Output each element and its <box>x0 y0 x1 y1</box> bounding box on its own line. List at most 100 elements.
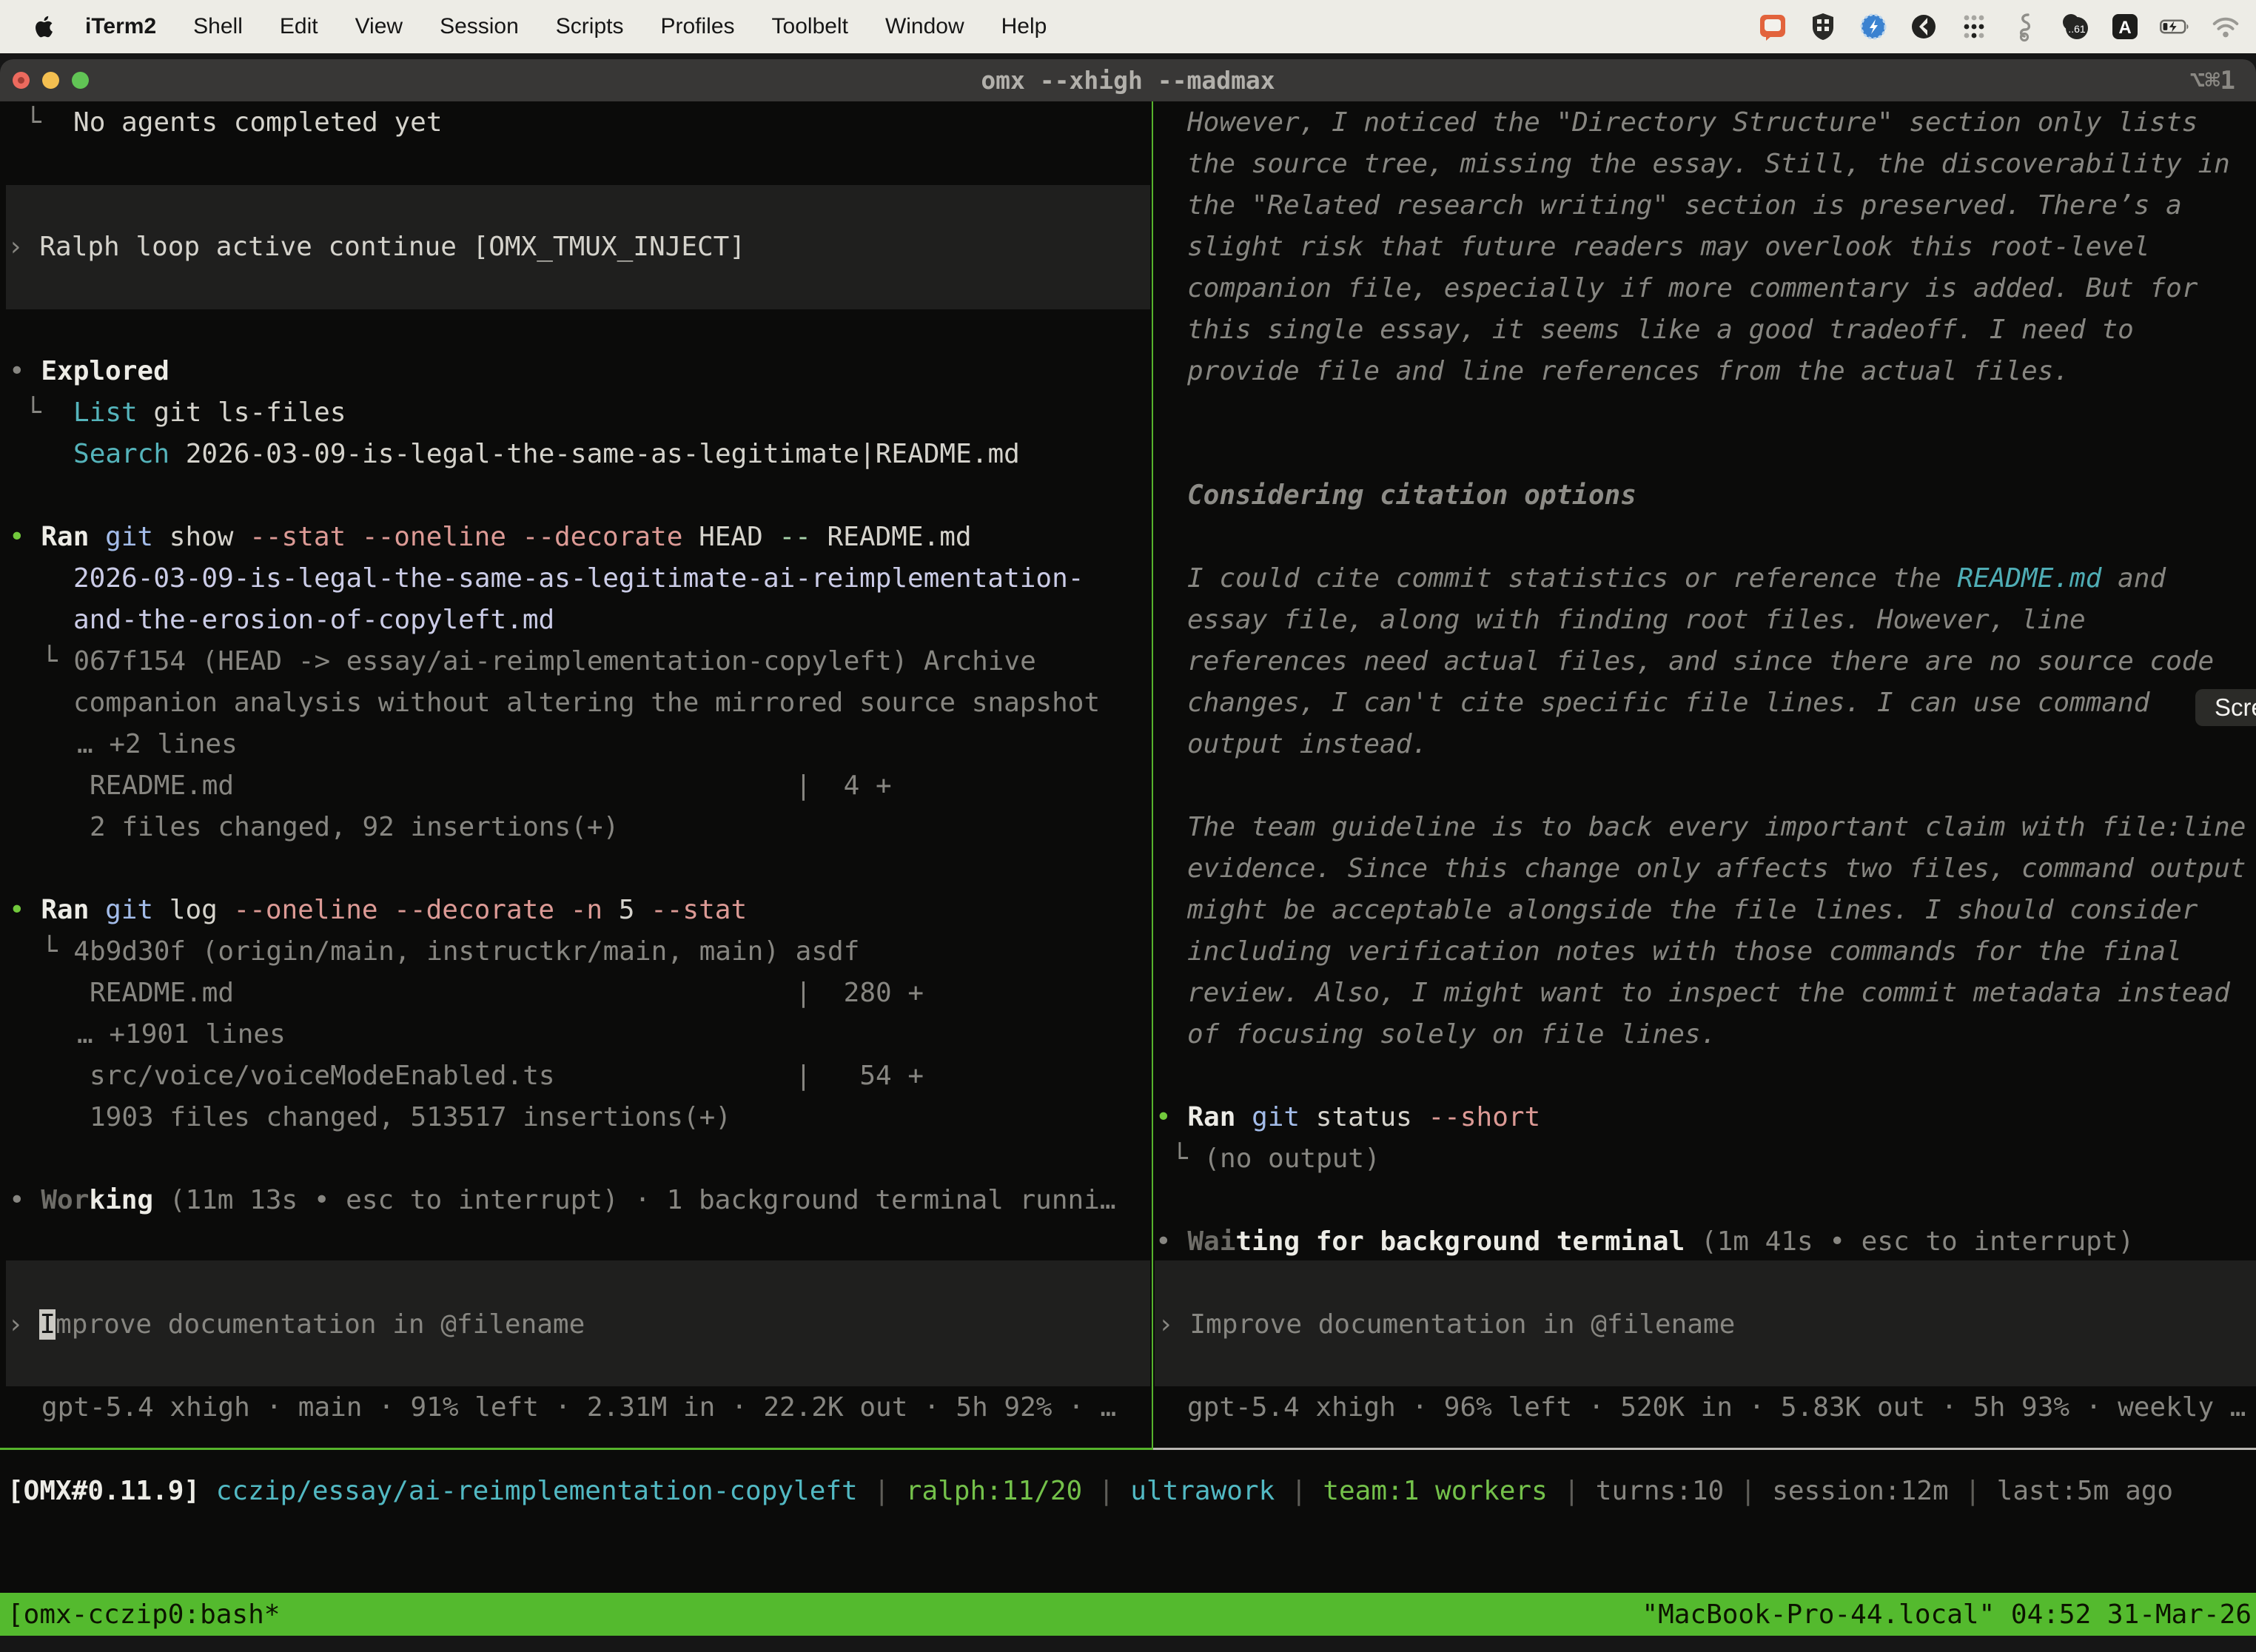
text-segment: └ 067f154 (HEAD -> essay/ai-reimplementa… <box>41 646 1036 676</box>
menu-item-session[interactable]: Session <box>421 14 537 39</box>
text-segment <box>346 522 362 552</box>
text-segment: and-the-erosion-of-copyleft.md <box>73 605 554 635</box>
tmux-host-clock: "MacBook-Pro-44.local" 04:52 31-Mar-26 <box>1642 1599 2256 1630</box>
svg-text:..61: ..61 <box>2068 23 2086 35</box>
text-segment: companion analysis without altering the … <box>73 688 1100 718</box>
text-segment: changes, I can't cite specific file line… <box>1187 688 2149 718</box>
omx-status-segment: | <box>858 1476 906 1506</box>
input-source-icon[interactable]: A <box>2108 10 2142 44</box>
menu-item-scripts[interactable]: Scripts <box>537 14 642 39</box>
terminal-line: including verification notes with those … <box>1153 930 2256 972</box>
terminal-line: • Waiting for background terminal (1m 41… <box>1153 1220 2256 1262</box>
tmux-pane-right[interactable]: However, I noticed the "Directory Struct… <box>1153 101 2256 1491</box>
tmux-pane-left[interactable]: └ No agents completed yet› Ralph loop ac… <box>0 101 1152 1491</box>
text-segment: 2026-03-09-is-legal-the-same-as-legitima… <box>169 439 1020 469</box>
text-segment: status <box>1300 1102 1428 1132</box>
dots-grid-icon[interactable] <box>1957 10 1991 44</box>
wifi-icon[interactable] <box>2209 10 2243 44</box>
menu-item-help[interactable]: Help <box>983 14 1066 39</box>
text-segment: log <box>153 895 233 925</box>
overlay-label: Scre <box>2215 694 2256 722</box>
text-segment: including verification notes with those … <box>1187 936 2182 967</box>
omx-status-segment: | <box>1724 1476 1772 1506</box>
menu-item-view[interactable]: View <box>337 14 421 39</box>
terminal-line: this single essay, it seems like a good … <box>1153 309 2256 350</box>
terminal-line: the "Related research writing" section i… <box>1153 184 2256 226</box>
text-segment: Ran <box>41 522 89 552</box>
text-segment: -n <box>571 895 602 925</box>
terminal-line: might be acceptable alongside the file l… <box>1153 889 2256 930</box>
terminal-line: However, I noticed the "Directory Struct… <box>1153 101 2256 143</box>
text-segment: --decorate <box>394 895 554 925</box>
omx-status-segment: session:12m <box>1772 1476 1948 1506</box>
text-segment: (11m 13s • esc to interrupt) · 1 backgro… <box>153 1185 1115 1215</box>
text-segment: git <box>1252 1102 1300 1132</box>
terminal-line: src/voice/voiceModeEnabled.ts | 54 + <box>0 1055 1152 1096</box>
shield-icon[interactable] <box>1806 10 1840 44</box>
text-segment: Wor <box>41 1185 89 1215</box>
menu-item-toolbelt[interactable]: Toolbelt <box>753 14 867 39</box>
text-segment <box>378 895 395 925</box>
text-segment: --stat <box>651 895 747 925</box>
text-segment: --oneline <box>362 522 506 552</box>
text-segment: and <box>2101 563 2166 594</box>
text-segment: 2026-03-09-is-legal-the-same-as-legitima… <box>73 563 1084 594</box>
menu-item-window[interactable]: Window <box>867 14 983 39</box>
omx-status-segment: cczip/essay/ai-reimplementation-copyleft <box>216 1476 858 1506</box>
text-segment: Considering citation options <box>1187 480 1636 511</box>
menu-item-shell[interactable]: Shell <box>175 14 261 39</box>
menu-item-profiles[interactable]: Profiles <box>642 14 753 39</box>
pane-divider-vertical[interactable] <box>1152 101 1153 1450</box>
text-segment: ting for background terminal <box>1235 1226 1685 1257</box>
screen-share-overlay-button[interactable]: Scre <box>2195 689 2256 726</box>
text-segment: › <box>7 232 39 262</box>
terminal-line: I could cite commit statistics or refere… <box>1153 557 2256 599</box>
terminal-line: … +1901 lines <box>0 1013 1152 1055</box>
terminal-line: • Ran git log --oneline --decorate -n 5 … <box>0 889 1152 930</box>
terminal-line: … +2 lines <box>0 723 1152 765</box>
tmux-session-name: [omx-cczip0:bash* <box>0 1599 280 1630</box>
text-segment: of focusing solely on file lines. <box>1187 1019 1716 1050</box>
terminal-line: README.md | 280 + <box>0 972 1152 1013</box>
menu-items: iTerm2ShellEditViewSessionScriptsProfile… <box>0 13 1065 40</box>
text-segment: --stat <box>249 522 346 552</box>
terminal-line: of focusing solely on file lines. <box>1153 1013 2256 1055</box>
dark-circle-icon[interactable] <box>1907 10 1941 44</box>
menu-item-iterm2[interactable]: iTerm2 <box>67 14 175 39</box>
text-segment: HEAD <box>682 522 779 552</box>
svg-text:A: A <box>2118 18 2131 38</box>
text-segment: 1903 files changed, 513517 insertions(+) <box>90 1102 731 1132</box>
apple-logo-icon[interactable] <box>34 13 56 40</box>
battery-charging-icon[interactable] <box>2158 10 2192 44</box>
terminal-line: The team guideline is to back every impo… <box>1153 806 2256 847</box>
omx-status-segment: team:1 workers <box>1323 1476 1547 1506</box>
menu-item-edit[interactable]: Edit <box>261 14 337 39</box>
window-title-bar[interactable]: omx --xhigh --madmax ⌥⌘1 <box>0 59 2256 101</box>
text-segment: might be acceptable alongside the file l… <box>1187 895 2198 925</box>
omx-status-segment: | <box>1548 1476 1596 1506</box>
text-segment: Wai <box>1187 1226 1235 1257</box>
text-segment: -- <box>779 522 810 552</box>
terminal-line: essay file, along with finding root file… <box>1153 599 2256 640</box>
text-segment <box>554 895 571 925</box>
nav-badge-icon[interactable] <box>1856 10 1890 44</box>
terminal-line: Considering citation options <box>1153 474 2256 516</box>
text-segment: mprove documentation in @filename <box>56 1309 585 1340</box>
terminal-line: slight risk that future readers may over… <box>1153 226 2256 267</box>
text-segment <box>25 439 73 469</box>
percent-badge-icon[interactable]: ..61 <box>2058 10 2092 44</box>
text-segment <box>506 522 523 552</box>
text-segment: • <box>1155 1102 1187 1132</box>
text-segment: List <box>73 397 138 428</box>
text-segment: slight risk that future readers may over… <box>1187 232 2149 262</box>
screen-recording-icon[interactable] <box>1756 10 1790 44</box>
screen: iTerm2ShellEditViewSessionScriptsProfile… <box>0 0 2256 1652</box>
terminal-line: and-the-erosion-of-copyleft.md <box>0 599 1152 640</box>
omx-status-segment: [OMX#0.11.9] <box>7 1476 200 1506</box>
squiggle-icon[interactable] <box>2007 10 2041 44</box>
terminal-line: references need actual files, and since … <box>1153 640 2256 682</box>
menu-status-icons: ..61 A <box>1756 10 2256 44</box>
terminal-line: › Ralph loop active continue [OMX_TMUX_I… <box>0 226 1152 267</box>
text-segment: essay file, along with finding root file… <box>1187 605 2086 635</box>
text-segment: output instead. <box>1187 729 1428 759</box>
